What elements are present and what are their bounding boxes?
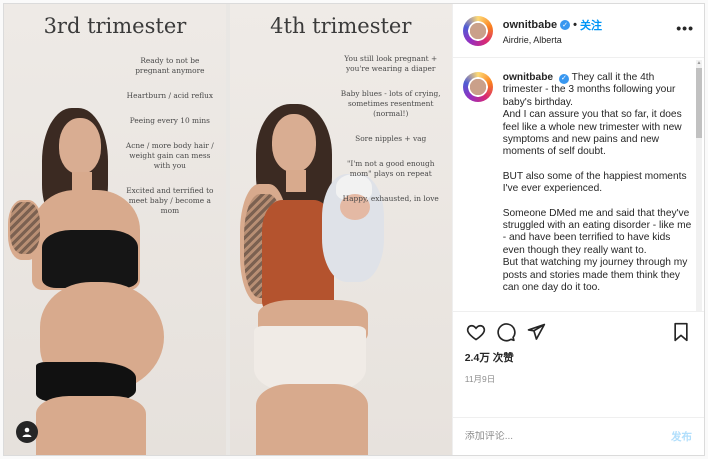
like-heart-icon[interactable] [465, 321, 487, 343]
username-link[interactable]: ownitbabe [503, 19, 557, 31]
location-link[interactable]: Airdrie, Alberta [503, 35, 677, 45]
instagram-post: 3rd trimester Ready to not be pregnant a… [3, 3, 705, 456]
post-comment-button[interactable]: 发布 [671, 429, 692, 444]
action-icons [465, 320, 692, 344]
note: Happy, exhausted, in love [342, 194, 439, 203]
likes-count[interactable]: 2.4万 次赞 [465, 350, 692, 365]
bookmark-icon[interactable] [670, 321, 692, 343]
fourth-trimester-panel: 4th trimester You still look pregnant + … [229, 4, 452, 455]
caption-area[interactable]: ownitbabe ✓ They call it the 4th trimest… [453, 58, 704, 311]
verified-icon: ✓ [560, 19, 571, 30]
separator: • [573, 18, 577, 31]
caption-paragraph: ownitbabe ✓ They call it the 4th trimest… [503, 72, 694, 159]
verified-icon: ✓ [558, 74, 569, 85]
caption-text: ownitbabe ✓ They call it the 4th trimest… [503, 72, 694, 295]
scroll-up-arrow-icon[interactable]: ▲ [696, 60, 702, 66]
share-send-icon[interactable] [525, 321, 547, 343]
follow-button[interactable]: 关注 [580, 17, 602, 33]
caption-paragraph: BUT also some of the happiest moments I'… [502, 170, 687, 195]
comment-bar: 发布 [452, 417, 704, 455]
more-options-icon[interactable]: ••• [676, 20, 694, 42]
note: Excited and terrified to meet baby / bec… [126, 186, 214, 215]
comment-bubble-icon[interactable] [495, 321, 517, 343]
header-text: ownitbabe ✓ • 关注 Airdrie, Alberta [503, 17, 677, 45]
note: Heartburn / acid reflux [126, 91, 214, 100]
third-trimester-notes: Ready to not be pregnant anymore Heartbu… [124, 56, 216, 231]
avatar[interactable] [462, 15, 493, 46]
header-user-row: ownitbabe ✓ • 关注 [503, 17, 677, 33]
caption-paragraph: Someone DMed me and said that they've st… [502, 207, 692, 294]
note: Sore nipples + vag [355, 134, 427, 143]
fourth-trimester-notes: You still look pregnant + you're wearing… [336, 54, 446, 219]
scroll-thumb[interactable] [696, 68, 702, 138]
caption-paragraph-text: They call it the 4th trimester - the 3 m… [502, 72, 682, 158]
post-date[interactable]: 11月9日 [465, 373, 692, 385]
note: You still look pregnant + you're wearing… [344, 54, 438, 73]
comment-input[interactable] [464, 431, 671, 442]
user-icon [22, 427, 32, 437]
tagged-user-button[interactable] [16, 421, 38, 443]
third-trimester-panel: 3rd trimester Ready to not be pregnant a… [4, 4, 226, 455]
note: Ready to not be pregnant anymore [135, 56, 205, 75]
note: Baby blues - lots of crying, sometimes r… [340, 89, 441, 118]
post-header: ownitbabe ✓ • 关注 Airdrie, Alberta ••• [452, 4, 704, 58]
post-actions: 2.4万 次赞 11月9日 [452, 311, 704, 417]
caption-row: ownitbabe ✓ They call it the 4th trimest… [462, 72, 694, 295]
caption-username[interactable]: ownitbabe [503, 72, 553, 83]
note: "I'm not a good enough mom" plays on rep… [346, 159, 435, 178]
post-sidebar: ownitbabe ✓ • 关注 Airdrie, Alberta ••• ow… [451, 4, 704, 455]
caption-scrollbar[interactable]: ▲ ▼ [696, 60, 702, 311]
note: Peeing every 10 mins [129, 116, 210, 125]
note: Acne / more body hair / weight gain can … [125, 141, 214, 170]
post-image[interactable]: 3rd trimester Ready to not be pregnant a… [4, 4, 452, 455]
avatar[interactable] [462, 72, 493, 102]
